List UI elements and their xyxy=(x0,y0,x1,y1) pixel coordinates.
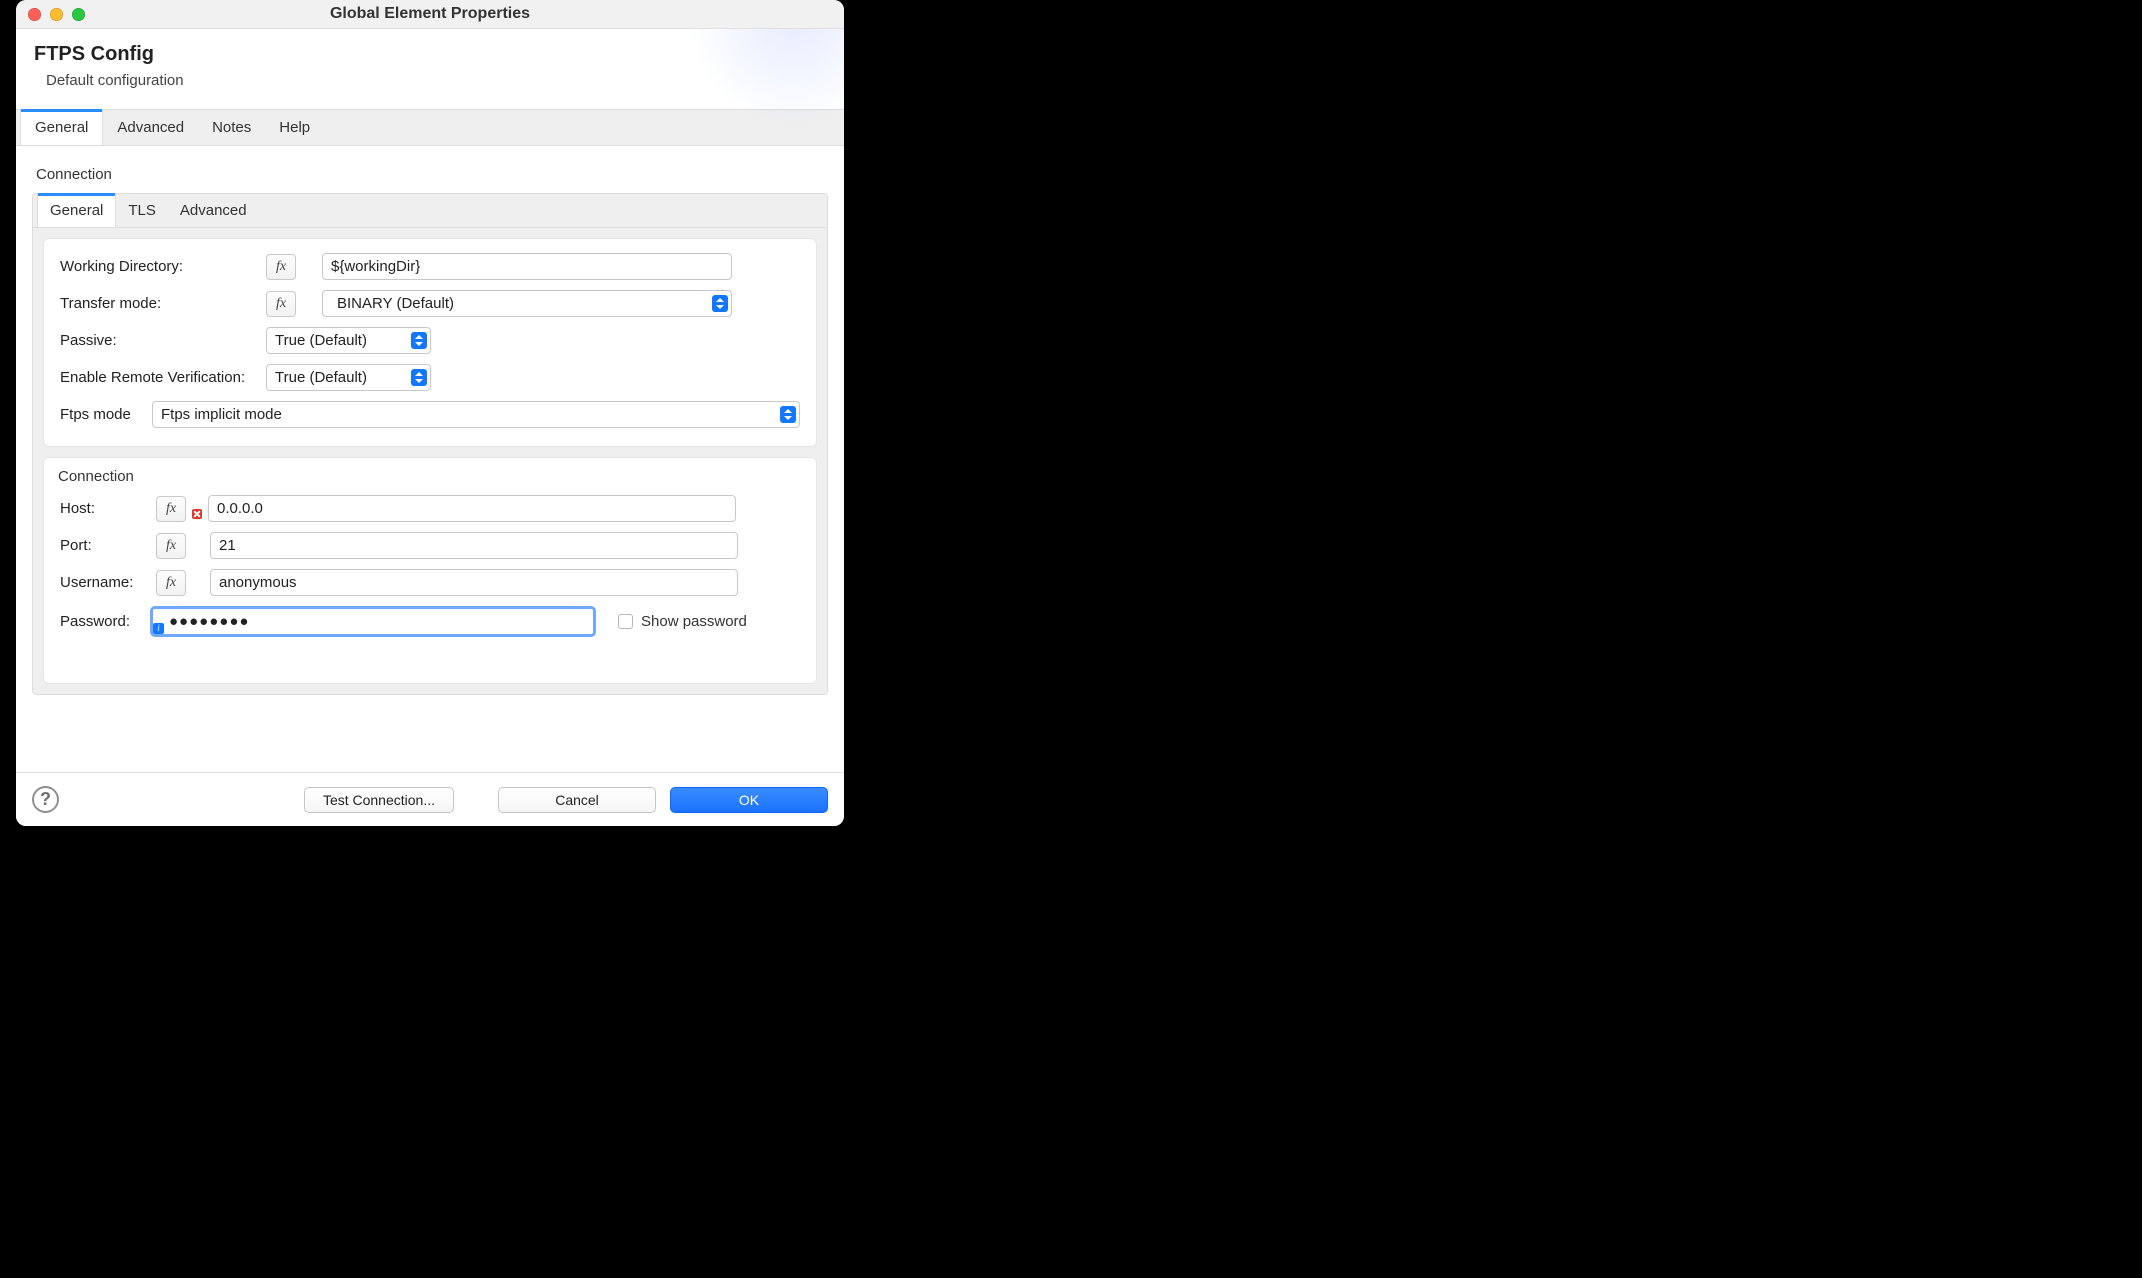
port-label: Port: xyxy=(60,537,148,554)
test-connection-button[interactable]: Test Connection... xyxy=(304,787,454,813)
cancel-button[interactable]: Cancel xyxy=(498,787,656,813)
close-window-button[interactable] xyxy=(28,8,41,21)
ftps-mode-label: Ftps mode xyxy=(60,406,144,423)
host-label: Host: xyxy=(60,500,148,517)
passive-label: Passive: xyxy=(60,332,258,349)
chevron-updown-icon xyxy=(411,332,427,349)
zoom-window-button[interactable] xyxy=(72,8,85,21)
working-dir-label: Working Directory: xyxy=(60,258,258,275)
help-button[interactable]: ? xyxy=(32,786,59,813)
inner-tab-tls[interactable]: TLS xyxy=(116,194,168,227)
password-input[interactable] xyxy=(150,606,596,637)
remote-verification-select[interactable]: True (Default) xyxy=(266,364,431,391)
password-wrapper: i xyxy=(150,606,596,637)
inner-tab-advanced[interactable]: Advanced xyxy=(168,194,259,227)
ok-button[interactable]: OK xyxy=(670,787,828,813)
port-input[interactable] xyxy=(210,532,738,559)
info-icon: i xyxy=(153,623,164,634)
inner-tab-general[interactable]: General xyxy=(37,194,116,227)
config-subtitle: Default configuration xyxy=(34,72,826,89)
host-input[interactable] xyxy=(208,495,736,522)
ftps-mode-value: Ftps implicit mode xyxy=(161,406,282,423)
dialog-header: FTPS Config Default configuration xyxy=(16,29,844,109)
fx-button-username[interactable]: fx xyxy=(156,570,186,596)
chevron-updown-icon xyxy=(780,406,796,423)
passive-value: True (Default) xyxy=(275,332,367,349)
transfer-mode-label: Transfer mode: xyxy=(60,295,258,312)
connection-group: General TLS Advanced Working Directory: … xyxy=(32,193,828,695)
error-icon xyxy=(192,509,202,519)
chevron-updown-icon xyxy=(411,369,427,386)
show-password-label: Show password xyxy=(641,613,747,630)
working-dir-input[interactable] xyxy=(322,253,732,280)
passive-select[interactable]: True (Default) xyxy=(266,327,431,354)
window-controls xyxy=(16,8,85,21)
fx-button-port[interactable]: fx xyxy=(156,533,186,559)
username-input[interactable] xyxy=(210,569,738,596)
fx-button-working-dir[interactable]: fx xyxy=(266,254,296,280)
username-label: Username: xyxy=(60,574,148,591)
fx-button-host[interactable]: fx xyxy=(156,496,186,522)
dialog-window: Global Element Properties FTPS Config De… xyxy=(16,0,844,826)
transfer-mode-select[interactable]: BINARY (Default) xyxy=(322,290,732,317)
connection-panel-title: Connection xyxy=(58,468,800,485)
ftps-mode-select[interactable]: Ftps implicit mode xyxy=(152,401,800,428)
transfer-mode-value: BINARY (Default) xyxy=(331,295,454,312)
connection-settings-panel: Connection Host: fx Port: fx Username: f… xyxy=(43,457,817,684)
chevron-updown-icon xyxy=(712,295,728,312)
tab-help[interactable]: Help xyxy=(265,110,324,145)
tab-notes[interactable]: Notes xyxy=(198,110,265,145)
show-password-toggle[interactable]: Show password xyxy=(618,613,747,630)
fx-button-transfer-mode[interactable]: fx xyxy=(266,291,296,317)
tab-general[interactable]: General xyxy=(20,110,103,145)
remote-verification-value: True (Default) xyxy=(275,369,367,386)
minimize-window-button[interactable] xyxy=(50,8,63,21)
section-connection-label: Connection xyxy=(36,166,828,183)
outer-tabbar: General Advanced Notes Help xyxy=(16,109,844,146)
show-password-checkbox[interactable] xyxy=(618,614,633,629)
dialog-body: Connection General TLS Advanced Working … xyxy=(16,146,844,695)
remote-verification-label: Enable Remote Verification: xyxy=(60,369,258,386)
password-label: Password: xyxy=(60,613,142,630)
general-settings-panel: Working Directory: fx Transfer mode: fx … xyxy=(43,238,817,447)
inner-tabbar: General TLS Advanced xyxy=(33,194,827,228)
dialog-footer: ? Test Connection... Cancel OK xyxy=(16,772,844,826)
window-title: Global Element Properties xyxy=(16,5,844,23)
config-title: FTPS Config xyxy=(34,43,826,66)
tab-advanced[interactable]: Advanced xyxy=(103,110,198,145)
titlebar: Global Element Properties xyxy=(16,0,844,29)
